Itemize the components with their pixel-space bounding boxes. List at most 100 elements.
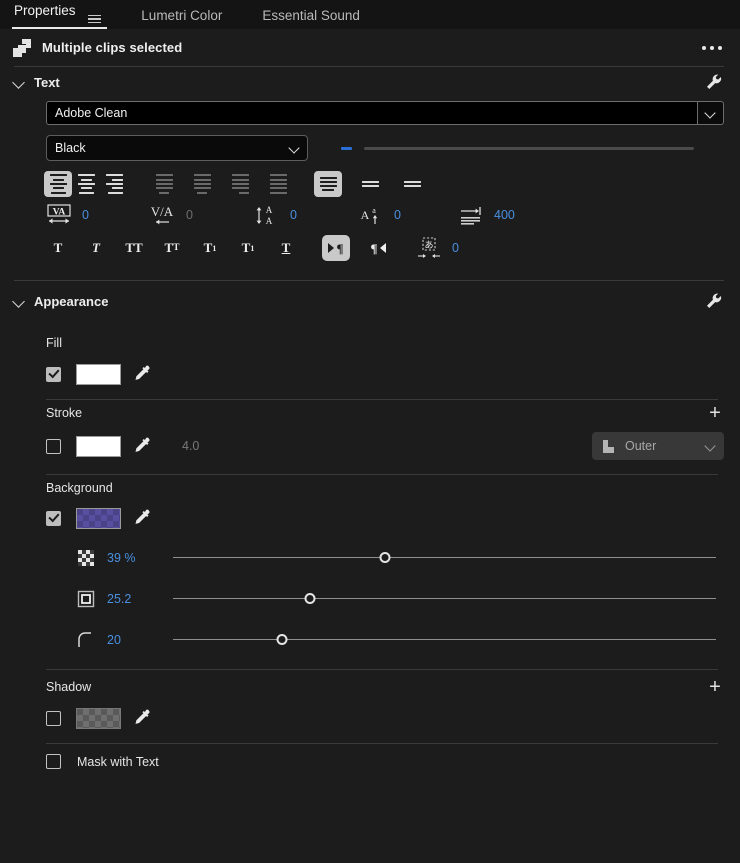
wrench-icon[interactable] — [704, 291, 724, 311]
mask-with-text-checkbox[interactable] — [46, 754, 61, 769]
tsume-icon: あ — [414, 236, 444, 260]
justify-last-left-icon[interactable] — [150, 171, 178, 197]
background-corner-radius-value[interactable]: 20 — [107, 633, 161, 647]
slider-knob[interactable] — [304, 593, 316, 604]
all-caps-button[interactable]: TT — [120, 235, 148, 261]
background-label: Background — [46, 481, 113, 495]
vertical-align-top-icon[interactable] — [314, 171, 342, 197]
subscript-button[interactable]: T1 — [234, 235, 262, 261]
small-caps-button[interactable]: TT — [158, 235, 186, 261]
shadow-row — [0, 700, 740, 729]
background-opacity-slider[interactable] — [173, 551, 716, 565]
justify-all-icon[interactable] — [264, 171, 292, 197]
shadow-checkbox[interactable] — [46, 710, 61, 726]
plus-icon[interactable]: + — [706, 677, 724, 697]
vertical-align-center-icon[interactable] — [356, 171, 384, 197]
wrench-icon[interactable] — [704, 72, 724, 92]
tab-properties[interactable]: Properties — [10, 4, 115, 29]
tab-properties-label: Properties — [14, 3, 76, 18]
font-family-dropdown-button[interactable] — [698, 101, 724, 125]
tracking-control[interactable]: VA 0 — [44, 203, 96, 227]
chevron-down-icon — [706, 442, 715, 451]
background-checkbox[interactable] — [46, 510, 61, 526]
slider-knob[interactable] — [276, 634, 288, 645]
shadow-color-swatch[interactable] — [76, 707, 121, 729]
text-direction-rtl-icon[interactable]: ¶ — [364, 235, 392, 261]
stroke-width-value[interactable]: 4.0 — [182, 439, 199, 453]
shadow-label-row: Shadow + — [0, 674, 740, 700]
text-width-icon — [456, 203, 486, 227]
hamburger-icon[interactable] — [88, 14, 102, 23]
leading-value[interactable]: 0 — [290, 208, 304, 222]
section-header-appearance[interactable]: Appearance — [0, 286, 740, 316]
italic-button[interactable]: T — [82, 235, 110, 261]
stroke-position-icon — [601, 439, 616, 454]
selection-header: Multiple clips selected — [0, 29, 740, 66]
slider-knob[interactable] — [379, 552, 391, 563]
background-size-value[interactable]: 25.2 — [107, 592, 161, 606]
leading-icon: A A — [252, 203, 282, 227]
more-options-icon[interactable] — [700, 40, 724, 56]
vertical-align-bottom-icon[interactable] — [398, 171, 426, 197]
stroke-color-swatch[interactable] — [76, 435, 121, 457]
font-family-input[interactable]: Adobe Clean — [46, 101, 698, 125]
mask-with-text-label: Mask with Text — [77, 754, 159, 769]
underline-button[interactable]: T — [272, 235, 300, 261]
kerning-icon: V/A — [148, 203, 178, 227]
chevron-down-icon[interactable] — [12, 294, 26, 308]
justify-last-right-icon[interactable] — [226, 171, 254, 197]
justify-last-center-icon[interactable] — [188, 171, 216, 197]
svg-text:VA: VA — [53, 208, 66, 218]
kerning-control[interactable]: V/A 0 — [148, 203, 200, 227]
fill-checkbox[interactable] — [46, 366, 61, 382]
background-corner-radius-slider[interactable] — [173, 633, 716, 647]
superscript-button[interactable]: T1 — [196, 235, 224, 261]
eyedropper-icon[interactable] — [130, 507, 152, 529]
text-direction-ltr-icon[interactable]: ¶ — [322, 235, 350, 261]
tracking-value[interactable]: 0 — [82, 208, 96, 222]
tsume-value[interactable]: 0 — [452, 241, 466, 255]
svg-text:あ: あ — [424, 240, 433, 250]
kerning-value[interactable]: 0 — [186, 208, 200, 222]
baseline-shift-value[interactable]: 0 — [394, 208, 408, 222]
tsume-control[interactable]: あ 0 — [414, 236, 466, 260]
background-divider — [46, 669, 718, 670]
background-label-row: Background — [0, 475, 740, 501]
font-size-slider-group[interactable] — [341, 146, 724, 150]
text-alignment-row — [0, 161, 740, 197]
text-width-control[interactable]: 400 — [456, 203, 515, 227]
svg-text:¶: ¶ — [336, 241, 343, 256]
baseline-shift-control[interactable]: A a 0 — [356, 203, 408, 227]
fill-label-row: Fill — [0, 330, 740, 356]
section-header-text[interactable]: Text — [0, 67, 740, 97]
stroke-position-select[interactable]: Outer — [592, 432, 724, 460]
background-opacity-value[interactable]: 39 % — [107, 551, 161, 565]
stroke-checkbox[interactable] — [46, 438, 61, 454]
align-center-icon[interactable] — [72, 171, 100, 197]
font-size-slider-track[interactable] — [364, 146, 694, 150]
tab-essential-sound[interactable]: Essential Sound — [258, 9, 374, 29]
font-style-select[interactable]: Black — [46, 135, 308, 161]
leading-control[interactable]: A A 0 — [252, 203, 304, 227]
bold-button[interactable]: T — [44, 235, 72, 261]
background-color-swatch[interactable] — [76, 507, 121, 529]
size-icon — [76, 589, 96, 609]
chevron-down-icon[interactable] — [12, 75, 26, 89]
section-title-text: Text — [34, 74, 60, 90]
background-size-slider[interactable] — [173, 592, 716, 606]
mask-with-text-row[interactable]: Mask with Text — [0, 744, 740, 769]
eyedropper-icon[interactable] — [130, 707, 152, 729]
eyedropper-icon[interactable] — [130, 435, 152, 457]
font-family-row: Adobe Clean — [0, 97, 740, 125]
text-style-row: T T TT TT T1 T1 T ¶ ¶ あ 0 — [0, 227, 740, 261]
font-style-value: Black — [55, 141, 86, 155]
tab-lumetri-color[interactable]: Lumetri Color — [137, 9, 236, 29]
eyedropper-icon[interactable] — [130, 363, 152, 385]
font-size-mixed-indicator[interactable] — [341, 146, 352, 150]
align-left-icon[interactable] — [44, 171, 72, 197]
text-width-value[interactable]: 400 — [494, 208, 515, 222]
plus-icon[interactable]: + — [706, 403, 724, 423]
svg-text:A: A — [266, 216, 273, 226]
fill-color-swatch[interactable] — [76, 363, 121, 385]
align-right-icon[interactable] — [100, 171, 128, 197]
